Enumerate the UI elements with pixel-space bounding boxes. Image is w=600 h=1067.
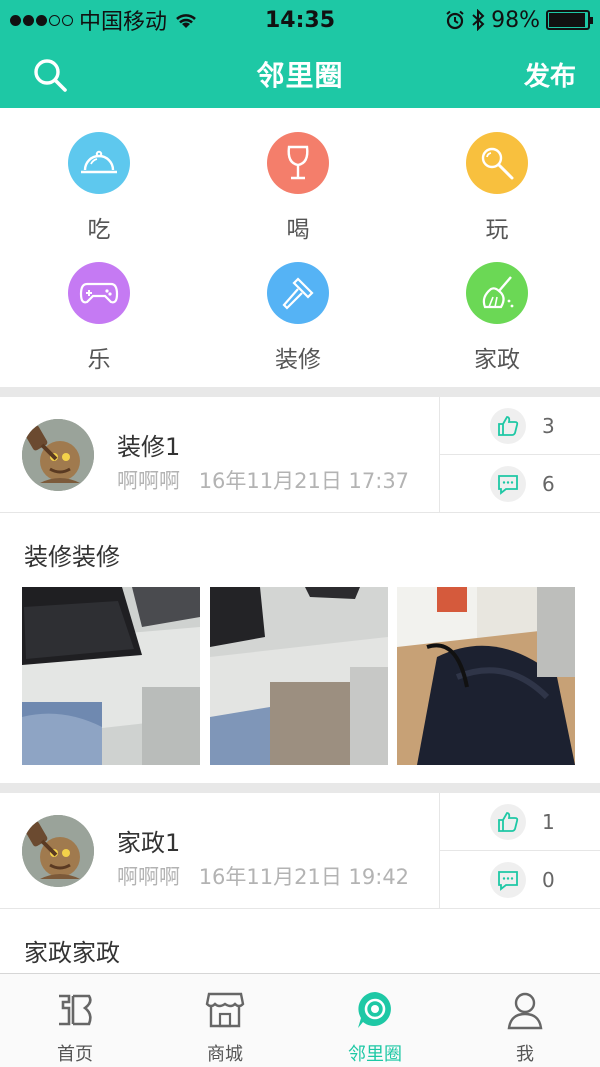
user-icon [507, 992, 543, 1030]
avatar[interactable] [22, 815, 94, 887]
search-icon[interactable] [32, 57, 68, 93]
battery-percent: 98% [491, 7, 540, 33]
post-header[interactable]: 装修1 啊啊啊 16年11月21日 17:37 3 6 [0, 397, 600, 513]
post-content: 家政家政 [24, 939, 120, 967]
home-logo-icon [59, 994, 92, 1026]
post-photo[interactable] [210, 587, 388, 765]
comment-count: 0 [542, 868, 555, 892]
avatar[interactable] [22, 419, 94, 491]
tab-store[interactable]: 商城 [150, 974, 300, 1067]
category-label: 玩 [485, 217, 509, 243]
tab-label: 商城 [207, 1044, 243, 1065]
wifi-icon [176, 14, 196, 28]
category-renovation[interactable]: 装修 [238, 262, 358, 374]
battery-fill [549, 13, 586, 27]
tab-label: 首页 [57, 1044, 93, 1065]
status-bar: 中国移动 14:35 98% [0, 0, 600, 40]
post-title: 装修1 [117, 433, 181, 461]
tab-bar: 首页 商城 邻里圈 我 [0, 973, 600, 1067]
gamepad-icon [68, 262, 130, 324]
category-label: 吃 [87, 217, 111, 243]
alarm-icon [446, 10, 464, 30]
status-left: 中国移动 [10, 4, 199, 36]
category-label: 乐 [87, 347, 111, 373]
like-button[interactable]: 3 [440, 397, 600, 455]
post-author: 啊啊啊 [117, 469, 180, 493]
tab-label: 邻里圈 [348, 1044, 402, 1065]
post-title: 家政1 [117, 829, 181, 857]
post-photo[interactable] [22, 587, 200, 765]
wine-glass-icon [267, 132, 329, 194]
tab-me[interactable]: 我 [450, 974, 600, 1067]
magnifier-icon [466, 132, 528, 194]
publish-button[interactable]: 发布 [524, 56, 576, 93]
post-stats: 3 6 [439, 397, 600, 513]
bluetooth-icon [472, 9, 485, 31]
post-meta: 啊啊啊 16年11月21日 17:37 [117, 465, 409, 495]
category-play[interactable]: 玩 [437, 132, 557, 244]
post-header[interactable]: 家政1 啊啊啊 16年11月21日 19:42 1 0 [0, 793, 600, 909]
category-label: 家政 [474, 347, 520, 373]
comment-count: 6 [542, 472, 555, 496]
category-housekeeping[interactable]: 家政 [437, 262, 557, 374]
category-label: 喝 [286, 217, 310, 243]
broom-icon [466, 262, 528, 324]
like-button[interactable]: 1 [440, 793, 600, 851]
hammer-icon [267, 262, 329, 324]
status-right: 98% [445, 7, 593, 33]
tab-home[interactable]: 首页 [0, 974, 150, 1067]
category-label: 装修 [275, 347, 321, 373]
nav-bar: 邻里圈 发布 [0, 40, 600, 108]
like-count: 3 [542, 413, 555, 438]
comment-icon [490, 466, 526, 502]
like-count: 1 [542, 809, 555, 834]
post-stats: 1 0 [439, 793, 600, 909]
tab-label: 我 [516, 1044, 534, 1065]
status-time: 14:35 [264, 7, 336, 33]
page-title: 邻里圈 [256, 59, 344, 92]
signal-strength-icon [10, 14, 73, 26]
comment-button[interactable]: 0 [440, 851, 600, 909]
section-divider [0, 387, 600, 397]
section-divider [0, 783, 600, 793]
category-eat[interactable]: 吃 [39, 132, 159, 244]
post-author: 啊啊啊 [117, 865, 180, 889]
thumbs-up-icon [490, 803, 526, 840]
category-fun[interactable]: 乐 [39, 262, 159, 374]
category-drink[interactable]: 喝 [238, 132, 358, 244]
carrier-name: 中国移动 [79, 10, 168, 35]
store-icon [205, 992, 245, 1028]
thumbs-up-icon [490, 407, 526, 444]
post-time: 16年11月21日 19:42 [198, 865, 410, 889]
comment-icon [490, 862, 526, 898]
comment-button[interactable]: 6 [440, 455, 600, 513]
post-meta: 啊啊啊 16年11月21日 19:42 [117, 861, 409, 891]
cloche-icon [68, 132, 130, 194]
tab-neighborhood[interactable]: 邻里圈 [300, 974, 450, 1067]
battery-icon [546, 10, 593, 30]
post-photo[interactable] [397, 587, 575, 765]
post-time: 16年11月21日 17:37 [198, 469, 410, 493]
post-content: 装修装修 [24, 543, 120, 571]
neighborhood-circle-icon [358, 992, 391, 1028]
category-grid: 吃 喝 玩 乐 装修 家政 [0, 108, 600, 386]
